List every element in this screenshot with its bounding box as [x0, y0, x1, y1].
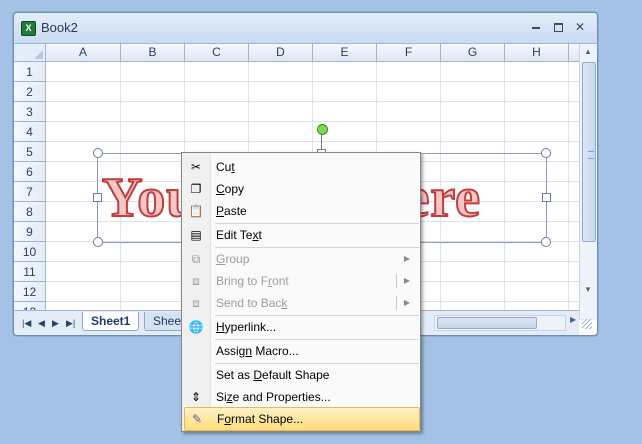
row-header-6[interactable]: 6	[14, 162, 46, 182]
menu-item-edit-text[interactable]: ▤ Edit Text	[184, 224, 418, 246]
horizontal-scrollbar[interactable]	[434, 315, 566, 331]
vertical-scroll-thumb[interactable]	[582, 62, 596, 242]
send-to-back-icon: ⧈	[192, 296, 200, 310]
resize-handle-nw[interactable]	[93, 148, 103, 158]
horizontal-scroll-thumb[interactable]	[437, 317, 537, 329]
menu-item-hyperlink[interactable]: 🌐 Hyperlink...	[184, 316, 418, 338]
close-button[interactable]: ✕	[570, 18, 590, 36]
menu-item-paste[interactable]: 📋 Paste	[184, 200, 418, 222]
menu-item-label: Hyperlink...	[216, 320, 277, 334]
scroll-right-icon[interactable]: ▶	[570, 315, 576, 324]
edit-text-icon: ▤	[190, 228, 202, 242]
submenu-arrow-icon[interactable]: ▶	[404, 292, 410, 314]
column-header-partial[interactable]	[569, 44, 579, 62]
title-bar[interactable]: X Book2 ✕	[14, 13, 597, 44]
minimize-button[interactable]	[526, 18, 546, 36]
window-title: Book2	[41, 20, 78, 35]
row-header-3[interactable]: 3	[14, 102, 46, 122]
menu-item-assign-macro[interactable]: Assign Macro...	[184, 340, 418, 362]
column-header-f[interactable]: F	[377, 44, 441, 62]
first-sheet-icon[interactable]: |◀	[22, 318, 31, 329]
menu-item-copy[interactable]: ❐ Copy	[184, 178, 418, 200]
column-header-a[interactable]: A	[46, 44, 121, 62]
maximize-button[interactable]	[548, 18, 568, 36]
split-divider	[396, 296, 397, 310]
submenu-arrow-icon[interactable]: ▶	[404, 270, 410, 292]
menu-item-label: Send to Back	[216, 296, 288, 310]
resize-handle-w[interactable]	[93, 193, 102, 202]
prev-sheet-icon[interactable]: ◀	[38, 318, 45, 329]
tab-sheet1[interactable]: Sheet1	[82, 312, 140, 331]
column-header-d[interactable]: D	[249, 44, 313, 62]
grip-icon	[588, 151, 594, 159]
row-header-7[interactable]: 7	[14, 182, 46, 202]
menu-item-set-default-shape[interactable]: Set as Default Shape	[184, 364, 418, 386]
row-header-5[interactable]: 5	[14, 142, 46, 162]
submenu-arrow-icon: ▶	[403, 254, 410, 263]
select-all-button[interactable]	[14, 44, 46, 62]
menu-item-label: Group	[216, 252, 250, 266]
menu-item-size-properties[interactable]: ⇕ Size and Properties...	[184, 386, 418, 408]
format-shape-icon: ✎	[191, 412, 203, 426]
menu-item-label: Format Shape...	[217, 412, 304, 426]
menu-item-label: Edit Text	[216, 228, 262, 242]
menu-item-label: Set as Default Shape	[216, 368, 330, 382]
context-menu: ✂ Cut ❐ Copy 📋 Paste ▤ Edit Text ⧉ Group…	[181, 152, 421, 432]
menu-item-bring-to-front[interactable]: ⧈ Bring to Front ▶	[184, 270, 418, 292]
row-header-11[interactable]: 11	[14, 262, 46, 282]
menu-item-format-shape[interactable]: ✎ Format Shape...	[184, 407, 420, 431]
gridline	[568, 62, 569, 310]
scroll-down-icon[interactable]: ▼	[582, 284, 594, 296]
menu-item-group[interactable]: ⧉ Group ▶	[184, 248, 418, 270]
excel-icon[interactable]: X	[21, 21, 36, 36]
next-sheet-icon[interactable]: ▶	[52, 318, 59, 329]
menu-item-cut[interactable]: ✂ Cut	[184, 156, 418, 178]
bring-to-front-icon: ⧈	[192, 274, 200, 288]
row-header-10[interactable]: 10	[14, 242, 46, 262]
scissors-icon: ✂	[190, 160, 202, 174]
row-header-8[interactable]: 8	[14, 202, 46, 222]
resize-handle-se[interactable]	[541, 237, 551, 247]
resize-handle-sw[interactable]	[93, 237, 103, 247]
hyperlink-globe-icon: 🌐	[188, 320, 204, 334]
resize-grip-icon[interactable]	[582, 319, 592, 329]
paste-icon: 📋	[188, 204, 204, 218]
row-header-2[interactable]: 2	[14, 82, 46, 102]
rotate-stem	[321, 133, 322, 149]
menu-item-label: Copy	[216, 182, 245, 196]
row-header-1[interactable]: 1	[14, 62, 46, 82]
maximize-icon	[553, 23, 563, 33]
column-header-g[interactable]: G	[441, 44, 505, 62]
menu-item-label: Paste	[216, 204, 247, 218]
group-icon: ⧉	[191, 252, 201, 266]
row-header-4[interactable]: 4	[14, 122, 46, 142]
menu-item-label: Assign Macro...	[216, 344, 299, 358]
row-header-9[interactable]: 9	[14, 222, 46, 242]
close-icon: ✕	[574, 20, 586, 34]
row-header-12[interactable]: 12	[14, 282, 46, 302]
menu-item-label: Bring to Front	[216, 274, 289, 288]
resize-handle-ne[interactable]	[541, 148, 551, 158]
menu-item-label: Cut	[216, 160, 235, 174]
menu-item-label: Size and Properties...	[216, 390, 331, 404]
column-header-e[interactable]: E	[313, 44, 377, 62]
column-header-h[interactable]: H	[505, 44, 569, 62]
menu-item-send-to-back[interactable]: ⧈ Send to Back ▶	[184, 292, 418, 314]
scroll-up-icon[interactable]: ▲	[582, 46, 594, 58]
last-sheet-icon[interactable]: ▶|	[66, 318, 75, 329]
copy-icon: ❐	[190, 182, 202, 196]
row-header-13[interactable]: 13	[14, 302, 46, 310]
column-header-b[interactable]: B	[121, 44, 185, 62]
resize-handle-e[interactable]	[542, 193, 551, 202]
size-properties-icon: ⇕	[190, 390, 202, 404]
rotate-handle[interactable]	[317, 124, 328, 135]
split-divider	[396, 274, 397, 288]
vertical-scrollbar[interactable]: ▲ ▼	[579, 44, 597, 320]
minimize-icon	[532, 26, 540, 29]
column-header-c[interactable]: C	[185, 44, 249, 62]
